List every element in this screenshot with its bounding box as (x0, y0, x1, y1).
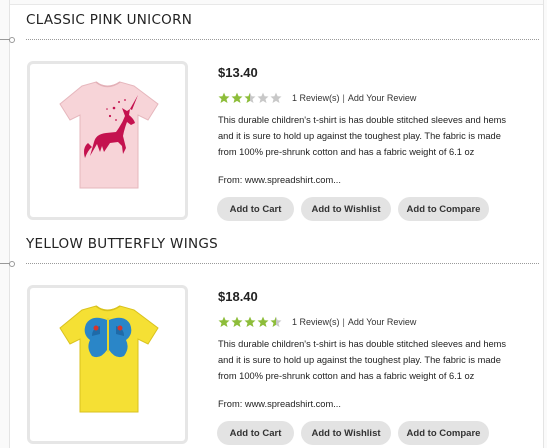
product-image[interactable] (27, 285, 188, 444)
product-description: This durable children's t-shirt is has d… (218, 115, 507, 157)
add-to-wishlist-button[interactable]: Add to Wishlist (301, 197, 391, 221)
price: $18.40 (218, 289, 258, 304)
reviews-count-link[interactable]: 1 Review(s) (292, 93, 340, 103)
separator: | (342, 317, 345, 327)
star-icon (231, 316, 243, 327)
star-icon (231, 92, 243, 103)
star-rating (218, 316, 282, 328)
star-icon (244, 316, 256, 327)
product-source[interactable]: From: www.spreadshirt.com... (218, 399, 341, 409)
product-source[interactable]: From: www.spreadshirt.com... (218, 175, 341, 185)
reviews-count-link[interactable]: 1 Review(s) (292, 317, 340, 327)
star-icon (218, 92, 230, 103)
list-marker (0, 37, 15, 43)
add-to-wishlist-button[interactable]: Add to Wishlist (301, 421, 391, 445)
frame-left-border (0, 0, 10, 448)
star-icon (257, 316, 269, 327)
add-review-link[interactable]: Add Your Review (348, 93, 417, 103)
product-description: This durable children's t-shirt is has d… (218, 339, 507, 381)
product-title[interactable]: YELLOW BUTTERFLY WINGS (26, 236, 218, 252)
add-to-compare-button[interactable]: Add to Compare (398, 421, 489, 445)
add-to-cart-button[interactable]: Add to Cart (217, 197, 294, 221)
star-icon (270, 92, 282, 103)
title-divider (26, 263, 539, 264)
star-rating (218, 92, 282, 104)
add-review-link[interactable]: Add Your Review (348, 317, 417, 327)
title-divider (26, 39, 539, 40)
rating-row: 1 Review(s) | Add Your Review (218, 315, 416, 329)
frame-top-border (0, 0, 547, 5)
rating-row: 1 Review(s) | Add Your Review (218, 91, 416, 105)
list-marker (0, 261, 15, 267)
add-to-compare-button[interactable]: Add to Compare (398, 197, 489, 221)
separator: | (342, 93, 345, 103)
butterfly-wings-print (84, 317, 132, 358)
product-image[interactable] (27, 61, 188, 220)
frame-right-border (543, 0, 547, 448)
product-title[interactable]: CLASSIC PINK UNICORN (26, 12, 192, 28)
star-icon (257, 92, 269, 103)
price: $13.40 (218, 65, 258, 80)
star-icon (244, 92, 256, 103)
butterfly-tshirt-image (59, 305, 159, 413)
star-icon (218, 316, 230, 327)
unicorn-tshirt-image (59, 81, 159, 189)
add-to-cart-button[interactable]: Add to Cart (217, 421, 294, 445)
star-icon (270, 316, 282, 327)
